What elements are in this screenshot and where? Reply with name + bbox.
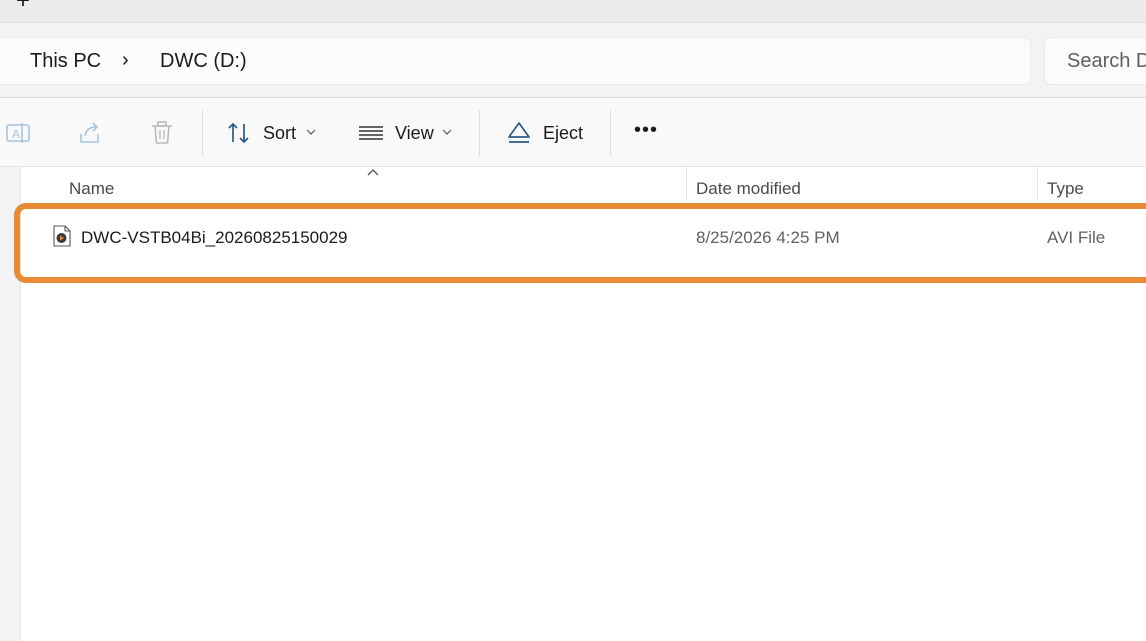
navigation-pane[interactable] [0,167,21,641]
share-icon[interactable] [77,120,103,146]
breadcrumb-dwc-drive[interactable]: DWC (D:) [160,50,247,73]
file-explorer-window: + This PC › DWC (D:) Search D A Sort Vie… [0,0,1146,641]
chevron-down-icon [306,129,316,135]
column-divider[interactable] [1037,167,1038,201]
file-date-modified: 8/25/2026 4:25 PM [696,228,840,247]
sort-ascending-icon [367,169,379,176]
file-name[interactable]: DWC-VSTB04Bi_20260825150029 [81,228,348,248]
eject-label: Eject [543,123,584,143]
sort-label: Sort [263,123,297,143]
toolbar-separator [202,110,203,156]
breadcrumb-separator[interactable]: › [122,49,129,72]
tab-strip: + [0,0,1146,23]
address-row: This PC › DWC (D:) Search D [0,23,1146,98]
table-row[interactable]: DWC-VSTB04Bi_20260825150029 8/25/2026 4:… [21,215,1146,263]
column-header-name[interactable]: Name [69,179,114,199]
view-button[interactable]: View [350,108,466,156]
column-header-type[interactable]: Type [1047,179,1084,199]
toolbar-separator [479,110,480,156]
sort-button[interactable]: Sort [216,108,328,156]
file-type: AVI File [1047,228,1106,247]
svg-text:A: A [12,127,20,141]
view-label: View [395,123,434,143]
sort-icon [228,122,249,144]
column-divider[interactable] [686,167,687,201]
file-list[interactable]: Name Date modified Type DWC-VSTB04Bi_202… [21,167,1146,641]
address-bar[interactable]: This PC › DWC (D:) [0,37,1031,85]
search-box[interactable]: Search D [1044,37,1146,85]
rename-icon[interactable]: A [5,120,31,146]
command-bar: A Sort View Eject ••• [0,98,1146,167]
view-icon [359,126,383,140]
video-file-icon [53,225,71,247]
breadcrumb-this-pc[interactable]: This PC [30,50,101,73]
chevron-down-icon [442,129,452,135]
new-tab-button[interactable]: + [12,0,34,13]
eject-button[interactable]: Eject [496,108,596,156]
delete-icon[interactable] [149,120,175,146]
more-options-button[interactable]: ••• [634,119,658,142]
search-input[interactable]: Search D [1067,50,1146,73]
toolbar-separator [610,110,611,156]
eject-icon [508,122,530,143]
column-header-date-modified[interactable]: Date modified [696,179,801,199]
